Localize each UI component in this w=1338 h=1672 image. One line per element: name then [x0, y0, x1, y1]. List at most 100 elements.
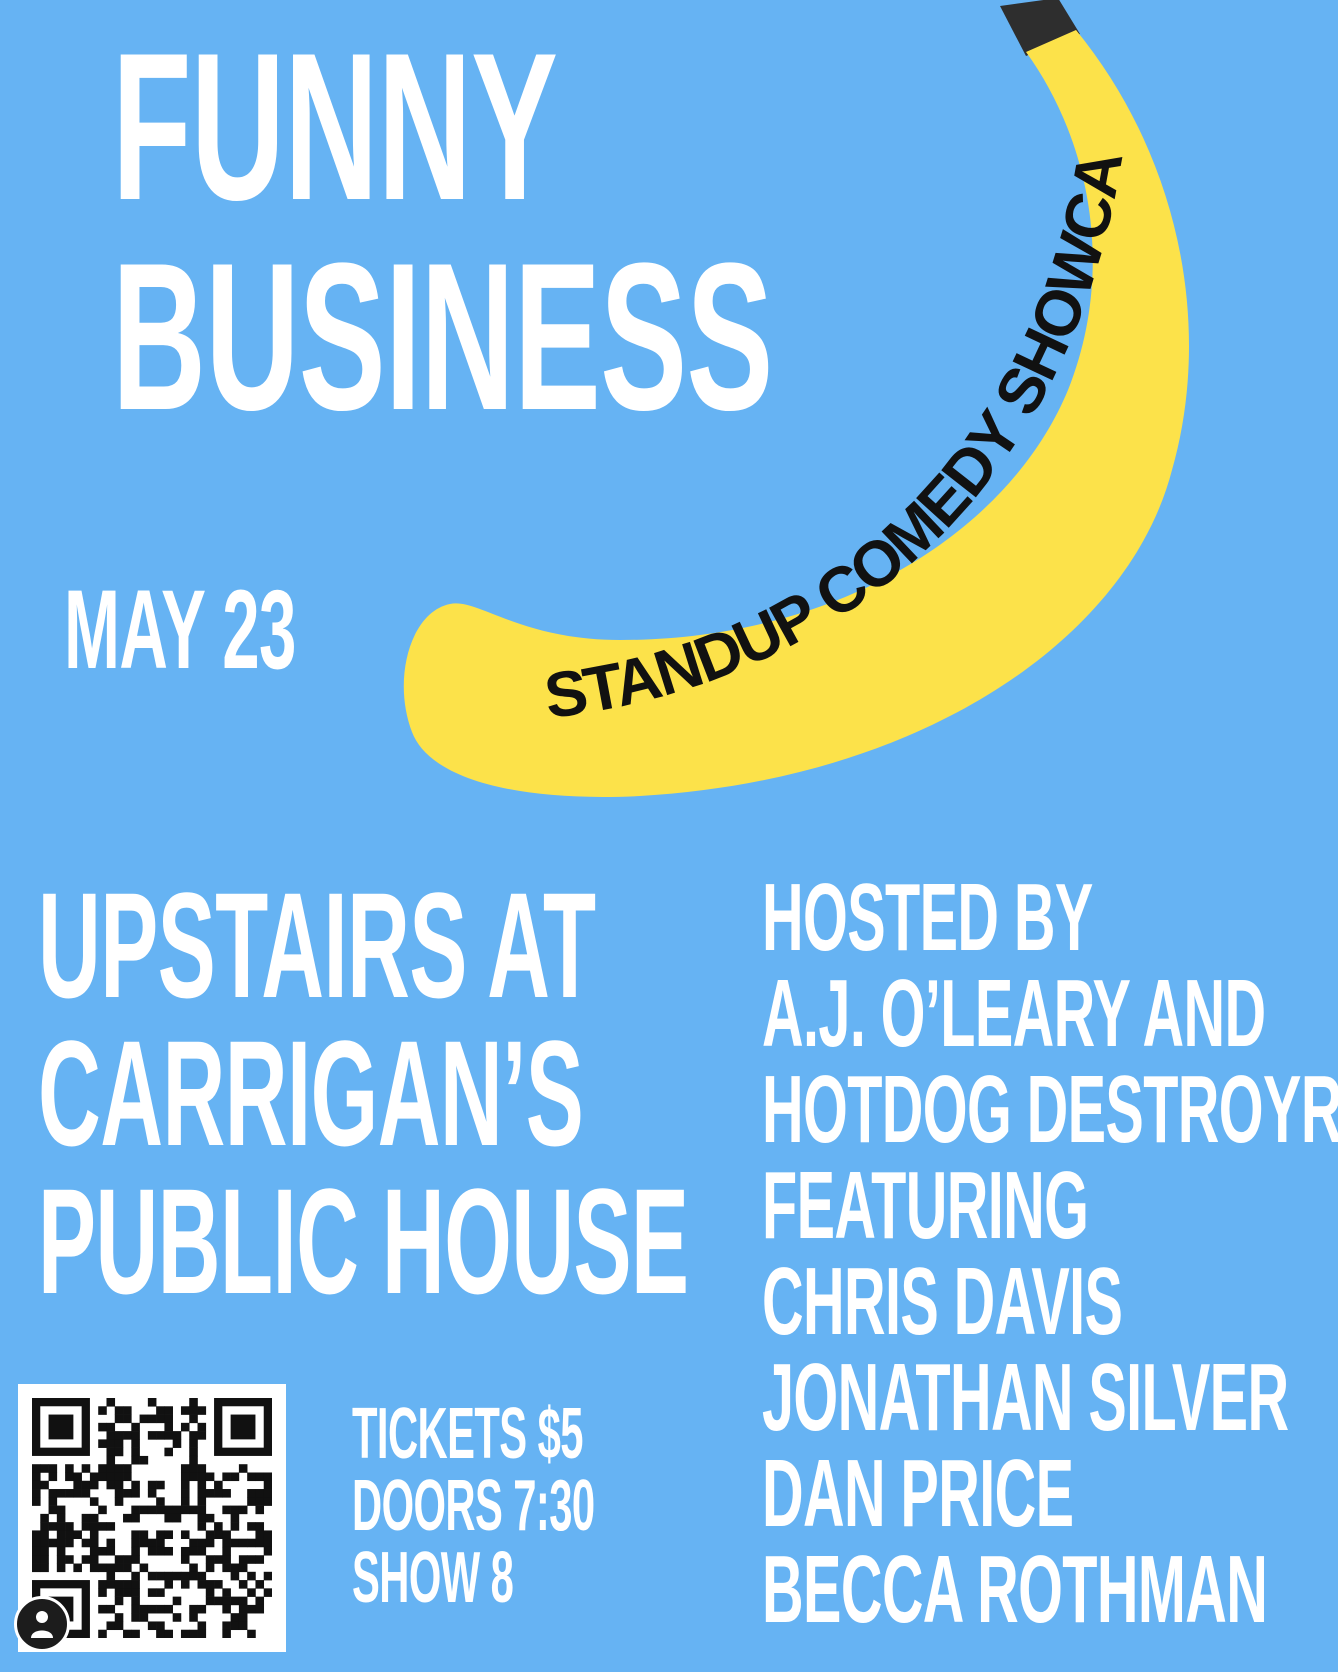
qr-module: [40, 1555, 49, 1564]
qr-module: [114, 1472, 124, 1482]
qr-module: [123, 1464, 132, 1473]
qr-module: [89, 1522, 99, 1531]
qr-module: [114, 1497, 124, 1506]
qr-module: [56, 1555, 66, 1564]
qr-module: [32, 1555, 41, 1564]
qr-module: [81, 1555, 91, 1564]
qr-module: [230, 1513, 240, 1523]
qr-module: [48, 1489, 58, 1498]
qr-module: [156, 1406, 165, 1415]
qr-module: [205, 1596, 215, 1606]
qr-module: [73, 1489, 82, 1498]
lineup-line-host-1: A.J. O’LEARY AND: [762, 960, 1266, 1067]
qr-module: [81, 1513, 91, 1523]
qr-module: [180, 1480, 190, 1490]
qr-module: [156, 1530, 165, 1539]
qr-module: [32, 1480, 41, 1490]
qr-module: [238, 1580, 248, 1589]
doors-time: DOORS 7:30: [352, 1466, 595, 1546]
qr-module: [214, 1555, 223, 1564]
qr-module: [131, 1613, 140, 1622]
qr-module: [147, 1546, 157, 1556]
qr-module: [189, 1604, 198, 1614]
qr-module: [197, 1571, 207, 1581]
banana-stem: [1000, 0, 1080, 56]
qr-module: [205, 1513, 215, 1523]
qr-module: [98, 1406, 107, 1415]
qr-module: [98, 1563, 107, 1573]
qr-module: [197, 1513, 207, 1523]
qr-module: [89, 1497, 99, 1506]
qr-module: [73, 1480, 82, 1490]
qr-module: [131, 1546, 140, 1556]
qr-module: [40, 1513, 49, 1523]
qr-module: [123, 1563, 132, 1573]
qr-module: [73, 1530, 82, 1539]
qr-module: [114, 1613, 124, 1622]
qr-module: [106, 1398, 116, 1407]
qr-module: [255, 1538, 265, 1548]
qr-module: [147, 1431, 157, 1440]
qr-module: [197, 1621, 207, 1631]
qr-module: [230, 1472, 240, 1482]
qr-module: [189, 1571, 198, 1581]
qr-module: [205, 1489, 215, 1498]
qr-module: [189, 1472, 198, 1482]
qr-module: [238, 1613, 248, 1622]
qr-module: [222, 1621, 231, 1631]
qr-module: [164, 1580, 173, 1589]
qr-module: [81, 1489, 91, 1498]
qr-module: [48, 1522, 58, 1531]
qr-module: [164, 1546, 173, 1556]
qr-module: [172, 1431, 182, 1440]
qr-module: [131, 1629, 140, 1638]
qr-module: [214, 1480, 223, 1490]
qr-module: [263, 1546, 272, 1556]
qr-module: [48, 1497, 58, 1506]
qr-module: [164, 1571, 173, 1581]
qr-module: [238, 1621, 248, 1631]
qr-module: [230, 1613, 240, 1622]
qr-module: [131, 1530, 140, 1539]
qr-module: [255, 1580, 265, 1589]
qr-module: [189, 1613, 198, 1622]
qr-module: [139, 1505, 149, 1515]
qr-module: [255, 1489, 265, 1498]
profile-avatar-icon[interactable]: [14, 1596, 70, 1652]
qr-module: [89, 1472, 99, 1482]
qr-module: [247, 1538, 256, 1548]
venue-line-3: PUBLIC HOUSE: [38, 1157, 689, 1325]
qr-module: [123, 1555, 132, 1564]
qr-module: [89, 1555, 99, 1564]
qr-module: [40, 1464, 49, 1473]
qr-module: [255, 1555, 265, 1564]
qr-module: [139, 1563, 149, 1573]
qr-module: [139, 1414, 149, 1424]
qr-module: [255, 1497, 265, 1506]
lineup-line-performer-1: CHRIS DAVIS: [762, 1248, 1123, 1355]
qr-module: [197, 1472, 207, 1482]
qr-module: [32, 1530, 41, 1539]
qr-module: [147, 1621, 157, 1631]
qr-module: [180, 1571, 190, 1581]
qr-module: [56, 1505, 66, 1515]
qr-module: [238, 1464, 248, 1473]
qr-module: [131, 1422, 140, 1432]
qr-module: [197, 1489, 207, 1498]
qr-module: [98, 1472, 107, 1482]
qr-module: [222, 1555, 231, 1564]
qr-module: [56, 1530, 66, 1539]
event-date: MAY 23: [64, 567, 296, 692]
qr-module: [156, 1505, 165, 1515]
qr-module: [65, 1555, 74, 1564]
qr-module: [98, 1439, 107, 1448]
qr-module: [255, 1522, 265, 1531]
qr-module: [40, 1538, 49, 1548]
qr-module: [197, 1406, 207, 1415]
event-title-line-1: FUNNY: [112, 9, 558, 244]
qr-module: [89, 1530, 99, 1539]
qr-module: [131, 1505, 140, 1515]
event-poster: STANDUP COMEDY SHOWCASE FUNNY BUSINESS M…: [0, 0, 1338, 1672]
venue-line-1: UPSTAIRS AT: [38, 861, 596, 1029]
qr-module: [197, 1604, 207, 1614]
